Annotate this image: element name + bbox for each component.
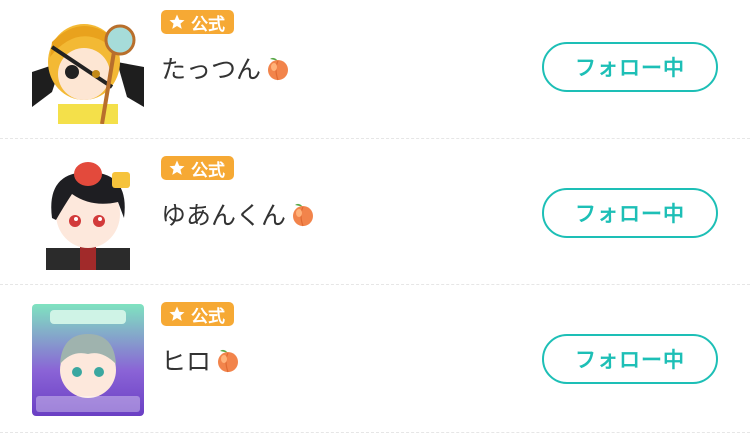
- official-badge: 公式: [161, 156, 234, 181]
- star-icon: [169, 160, 185, 175]
- user-name-text: ゆあんくん: [161, 201, 287, 230]
- avatar[interactable]: [32, 12, 144, 124]
- official-badge: 公式: [161, 10, 234, 35]
- badge-label: 公式: [191, 160, 225, 181]
- peach-icon: [218, 349, 239, 373]
- badge-label: 公式: [191, 306, 225, 327]
- official-badge: 公式: [161, 302, 234, 327]
- badge-label: 公式: [191, 14, 225, 35]
- following-button[interactable]: フォロー中: [542, 334, 718, 384]
- star-icon: [169, 14, 185, 29]
- user-name[interactable]: たっつん: [161, 50, 291, 86]
- user-name[interactable]: ヒロ: [161, 342, 241, 378]
- list-item[interactable]: 公式 ヒロ フォロー中: [0, 286, 750, 433]
- following-button[interactable]: フォロー中: [542, 42, 718, 92]
- peach-icon: [268, 57, 289, 81]
- user-name[interactable]: ゆあんくん: [161, 196, 316, 232]
- following-button[interactable]: フォロー中: [542, 188, 718, 238]
- following-list: 公式 たっつん フォロー中 公式 ゆあんくん フォロー中 公式 ヒロ フォロー中: [0, 0, 750, 433]
- user-name-text: たっつん: [161, 55, 262, 84]
- star-icon: [169, 306, 185, 321]
- avatar[interactable]: [32, 158, 144, 270]
- list-item[interactable]: 公式 ゆあんくん フォロー中: [0, 140, 750, 285]
- peach-icon: [293, 203, 314, 227]
- user-name-text: ヒロ: [161, 347, 212, 376]
- avatar[interactable]: [32, 304, 144, 416]
- list-item[interactable]: 公式 たっつん フォロー中: [0, 0, 750, 139]
